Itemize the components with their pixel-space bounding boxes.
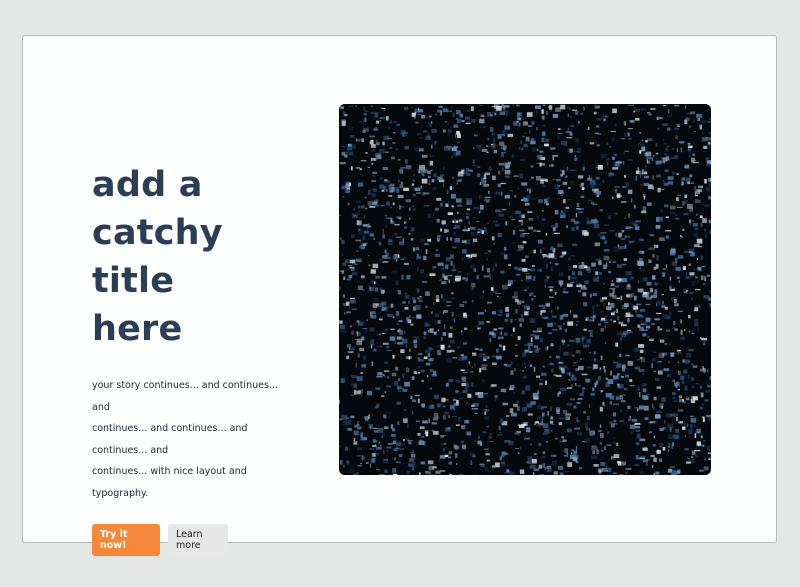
learn-more-button[interactable]: Learn more bbox=[168, 524, 228, 556]
hero-content: add a catchy title here your story conti… bbox=[92, 161, 302, 556]
hero-title-line-2: catchy title bbox=[92, 213, 223, 301]
hero-body-line-1: your story continues... and continues...… bbox=[92, 380, 278, 413]
landing-card: add a catchy title here your story conti… bbox=[22, 35, 777, 556]
hero-title-line-3: here bbox=[92, 309, 183, 349]
hero-body: your story continues... and continues...… bbox=[92, 375, 292, 504]
abstract-noise-image bbox=[339, 104, 711, 475]
hero-body-line-2: continues... and continues... and contin… bbox=[92, 423, 248, 456]
hero-title-line-1: add a bbox=[92, 165, 203, 205]
try-it-now-button[interactable]: Try it now! bbox=[92, 524, 160, 556]
hero-image bbox=[339, 104, 711, 475]
hero-body-line-3: continues... with nice layout and typogr… bbox=[92, 466, 247, 499]
hero-buttons: Try it now! Learn more bbox=[92, 524, 302, 556]
hero-title: add a catchy title here bbox=[92, 161, 302, 353]
